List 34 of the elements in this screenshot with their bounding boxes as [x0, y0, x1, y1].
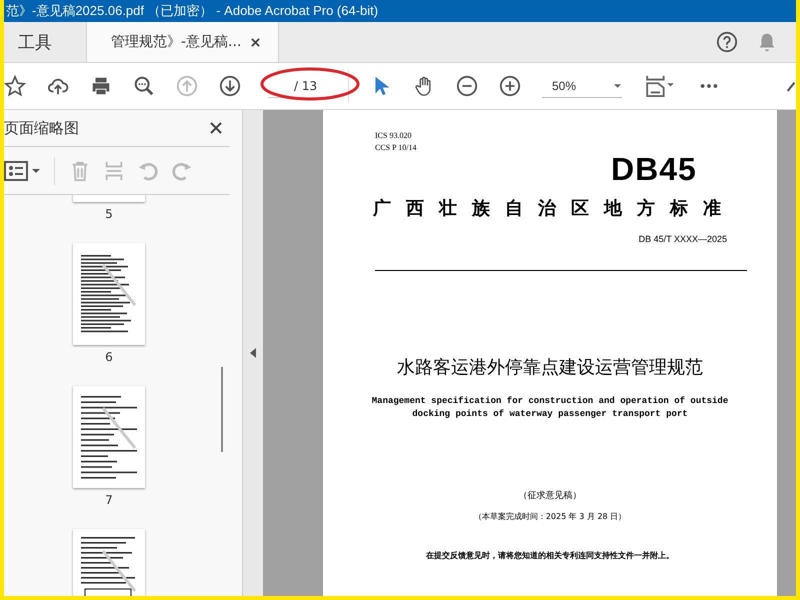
- standard-number: DB 45/T XXXX—2025: [638, 234, 727, 244]
- zoom-in-icon[interactable]: [499, 75, 521, 97]
- zoom-out-icon[interactable]: [456, 75, 478, 97]
- document-tab[interactable]: 管理规范》-意见稿...: [87, 22, 279, 62]
- page-thumbnail[interactable]: [73, 243, 145, 345]
- page-count: / 13: [294, 79, 318, 93]
- tab-label: 管理规范》-意见稿...: [111, 33, 242, 51]
- page-number: 5: [105, 207, 113, 221]
- page-number: 7: [105, 493, 113, 507]
- tab-label: 工具: [18, 32, 52, 54]
- ccs-code: CCS P 10/14: [375, 142, 418, 154]
- zoom-search-icon[interactable]: [133, 75, 155, 97]
- draft-date: （本草案完成时间：2025 年 3 月 28 日）: [474, 511, 626, 522]
- options-icon[interactable]: [4, 160, 42, 182]
- arrow-down-circle-icon[interactable]: [219, 75, 241, 97]
- page-number: 6: [105, 350, 113, 364]
- zoom-dropdown[interactable]: 50%: [542, 74, 622, 98]
- help-icon[interactable]: [716, 31, 738, 53]
- caret-icon: [613, 82, 622, 88]
- printer-icon[interactable]: [90, 75, 112, 97]
- window-title: 范》-意见稿2025.06.pdf （已加密） - Adobe Acrobat Pro (64-bit): [6, 2, 378, 20]
- draft-label: （征求意见稿）: [518, 490, 582, 502]
- close-icon[interactable]: [210, 122, 222, 134]
- panel-title: 页面缩略图: [4, 118, 79, 138]
- page-thumbnail[interactable]: [73, 386, 145, 488]
- collapse-icon[interactable]: [250, 348, 256, 358]
- close-icon[interactable]: [251, 38, 260, 46]
- standard-logo: DB45: [611, 154, 697, 184]
- english-title: Management specification for construction and operation of outside docking points of waterway passenger transport port: [370, 395, 730, 421]
- ics-code: ICS 93.020: [375, 130, 412, 142]
- patent-notice: 在提交反馈意见时，请将您知道的相关专利连同支持性文件一并附上。: [426, 550, 674, 561]
- document-heading: 广西壮族自治区地方标准: [372, 197, 737, 220]
- star-icon[interactable]: [4, 75, 26, 97]
- document-title: 水路客运港外停靠点建设运营管理规范: [397, 356, 703, 379]
